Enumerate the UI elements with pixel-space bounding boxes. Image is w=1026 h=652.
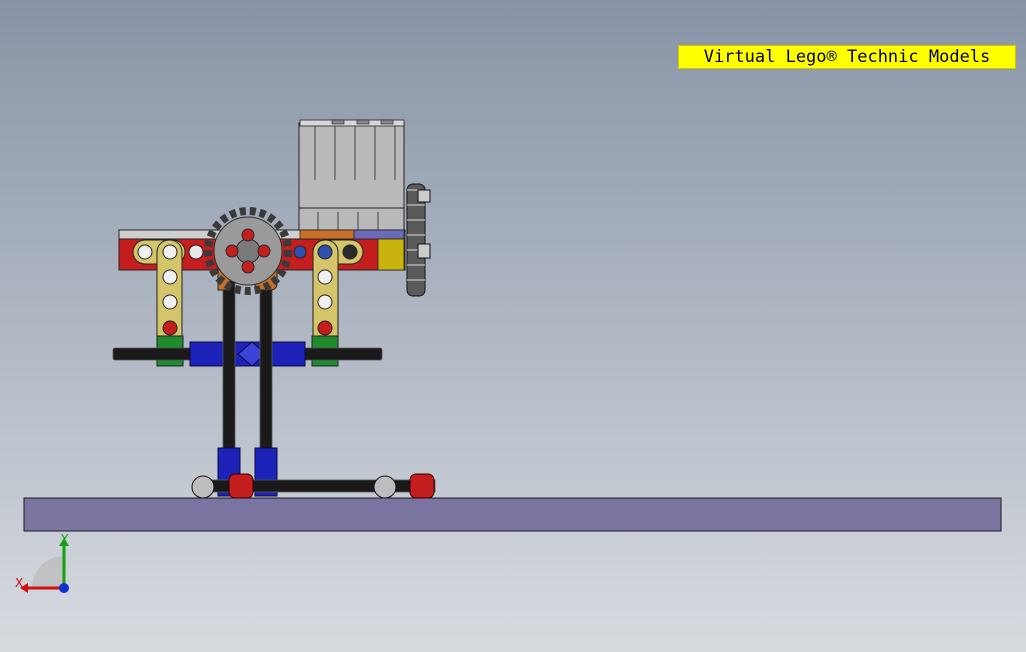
main-gear <box>204 207 292 295</box>
motor-block <box>298 119 405 237</box>
left-yellow-beam <box>132 239 186 367</box>
right-red-bushing <box>409 473 435 499</box>
left-wheel <box>191 475 215 499</box>
ground-plate <box>23 497 1002 532</box>
side-gear <box>406 183 431 297</box>
x-axis-label: X <box>15 576 23 590</box>
coordinate-triad: X Y <box>15 532 69 593</box>
middle-wheel <box>373 475 397 499</box>
lego-model-scene[interactable] <box>0 0 1026 652</box>
right-vertical-leg <box>259 259 273 471</box>
right-yellow-beam <box>311 239 364 367</box>
left-red-bushing <box>228 473 254 499</box>
z-axis-point <box>59 583 69 593</box>
cad-viewport[interactable]: Virtual Lego® Technic Models X Y <box>0 0 1026 652</box>
y-axis-label: Y <box>60 532 69 546</box>
left-vertical-leg <box>222 259 236 471</box>
blue-cross-connector <box>189 341 306 367</box>
